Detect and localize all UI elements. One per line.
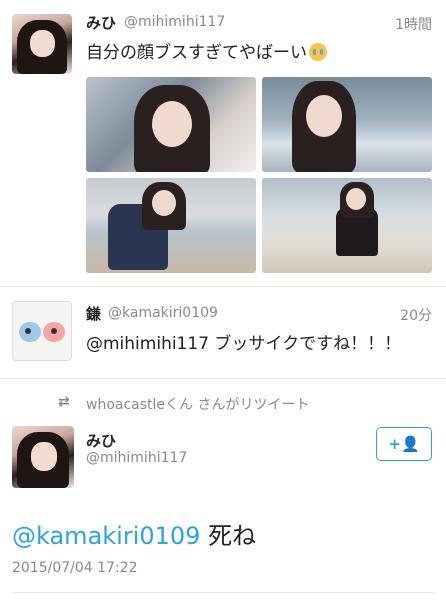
retweet-icon: ⇄	[58, 394, 70, 410]
avatar[interactable]	[12, 14, 72, 74]
avatar[interactable]	[12, 426, 74, 488]
tweet-card[interactable]: みひ @mihimihi117 1時間 自分の顔ブスすぎてやばーい	[0, 0, 446, 287]
avatar[interactable]	[12, 301, 72, 361]
author-name[interactable]: 鎌	[86, 303, 101, 324]
tweet-time: 1時間	[395, 17, 432, 33]
author-name[interactable]: みひ	[86, 430, 116, 451]
author-handle[interactable]: @mihimihi117	[124, 14, 225, 30]
mention-link[interactable]: @kamakiri0109	[12, 522, 200, 550]
photo-4[interactable]	[262, 178, 432, 273]
tweet-text: 自分の顔ブスすぎてやばーい	[86, 38, 327, 63]
tweet-card[interactable]: 鎌 @kamakiri0109 20分 @mihimihi117 ブッサイクです…	[0, 287, 446, 379]
tweet-text: @mihimihi117 ブッサイクですね！！！	[86, 334, 402, 354]
detail-text-content: 死ね	[200, 522, 257, 550]
tweet-text-content: 自分の顔ブスすぎてやばーい	[86, 43, 307, 63]
tweet-timestamp: 2015/07/04 17:22	[12, 560, 138, 576]
add-user-icon: +👤	[388, 435, 420, 453]
tweet-time: 20分	[400, 308, 432, 324]
author-handle[interactable]: @kamakiri0109	[108, 305, 218, 321]
crying-face-icon	[309, 43, 327, 61]
follow-button[interactable]: +👤	[376, 427, 432, 461]
retweet-context[interactable]: whoacastleくん さんがリツイート	[86, 394, 309, 414]
photo-2[interactable]	[262, 77, 432, 172]
photo-3[interactable]	[86, 178, 256, 273]
detail-text: @kamakiri0109 死ね	[12, 516, 256, 551]
author-handle[interactable]: @mihimihi117	[86, 450, 187, 466]
divider	[12, 592, 434, 593]
photo-1[interactable]	[86, 77, 256, 172]
author-name[interactable]: みひ	[86, 12, 116, 33]
